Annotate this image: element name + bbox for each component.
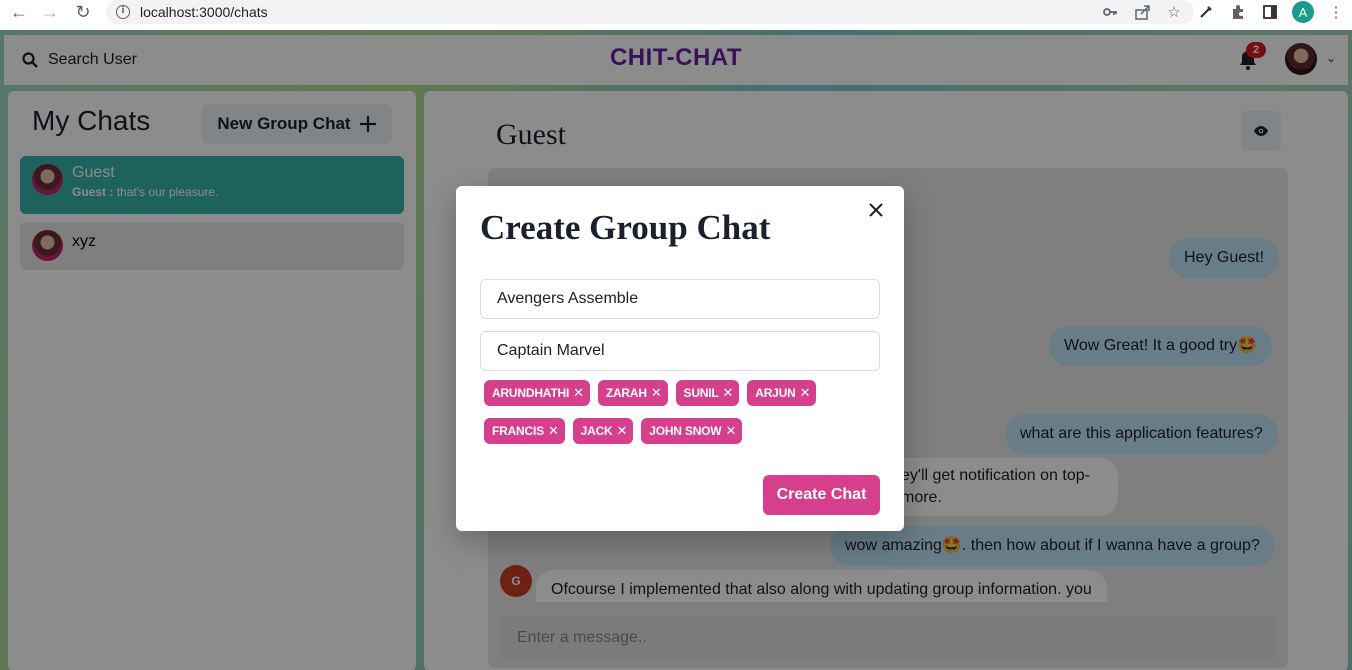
- back-icon[interactable]: ←: [4, 0, 34, 24]
- close-icon[interactable]: ✕: [573, 385, 584, 401]
- bookmark-star-icon[interactable]: ☆: [1164, 2, 1184, 22]
- address-bar[interactable]: i localhost:3000/chats: [106, 0, 1194, 24]
- eyedropper-icon[interactable]: [1196, 2, 1216, 22]
- url-text: localhost:3000/chats: [140, 4, 268, 20]
- share-icon[interactable]: [1132, 2, 1152, 22]
- site-info-icon[interactable]: i: [116, 5, 130, 19]
- chat-name-input[interactable]: Avengers Assemble: [480, 279, 880, 319]
- side-panel-icon[interactable]: [1260, 2, 1280, 22]
- close-icon[interactable]: [866, 200, 886, 220]
- close-icon[interactable]: ✕: [800, 385, 811, 401]
- user-tag[interactable]: SUNIL ✕: [675, 380, 740, 406]
- user-tag-label: ARUNDHATHI: [492, 386, 570, 400]
- close-icon[interactable]: ✕: [651, 385, 662, 401]
- user-tag[interactable]: ZARAH ✕: [597, 380, 668, 406]
- user-tag[interactable]: JACK ✕: [572, 418, 634, 444]
- selected-users: ARUNDHATHI ✕ ZARAH ✕ SUNIL ✕ ARJUN ✕ FRANCIS…: [484, 380, 876, 444]
- user-tag[interactable]: ARJUN ✕: [747, 380, 817, 406]
- user-tag-label: SUNIL: [683, 386, 719, 400]
- modal-title: Create Group Chat: [480, 208, 771, 247]
- close-icon[interactable]: ✕: [548, 423, 559, 439]
- create-chat-button[interactable]: Create Chat: [763, 475, 880, 515]
- user-tag-label: FRANCIS: [492, 424, 544, 438]
- close-icon[interactable]: ✕: [723, 385, 734, 401]
- reload-icon[interactable]: ↻: [68, 0, 98, 24]
- forward-icon[interactable]: →: [35, 0, 65, 24]
- browser-menu-icon[interactable]: ⋮: [1326, 2, 1346, 22]
- user-tag-label: ZARAH: [605, 386, 647, 400]
- user-tag-label: JACK: [580, 424, 613, 438]
- user-tag[interactable]: JOHN SNOW ✕: [641, 418, 743, 444]
- user-tag-label: JOHN SNOW: [649, 424, 722, 438]
- add-users-input[interactable]: Captain Marvel: [480, 331, 880, 371]
- user-tag[interactable]: FRANCIS ✕: [484, 418, 565, 444]
- user-tag-label: ARJUN: [755, 386, 796, 400]
- user-tag[interactable]: ARUNDHATHI ✕: [484, 380, 590, 406]
- extensions-icon[interactable]: [1228, 2, 1248, 22]
- browser-toolbar: ← → ↻ i localhost:3000/chats ☆ A ⋮: [0, 0, 1352, 30]
- create-group-modal: Create Group Chat Avengers Assemble Capt…: [456, 186, 904, 531]
- key-icon[interactable]: [1100, 2, 1120, 22]
- close-icon[interactable]: ✕: [617, 423, 628, 439]
- close-icon[interactable]: ✕: [725, 423, 736, 439]
- browser-profile-avatar[interactable]: A: [1292, 1, 1314, 23]
